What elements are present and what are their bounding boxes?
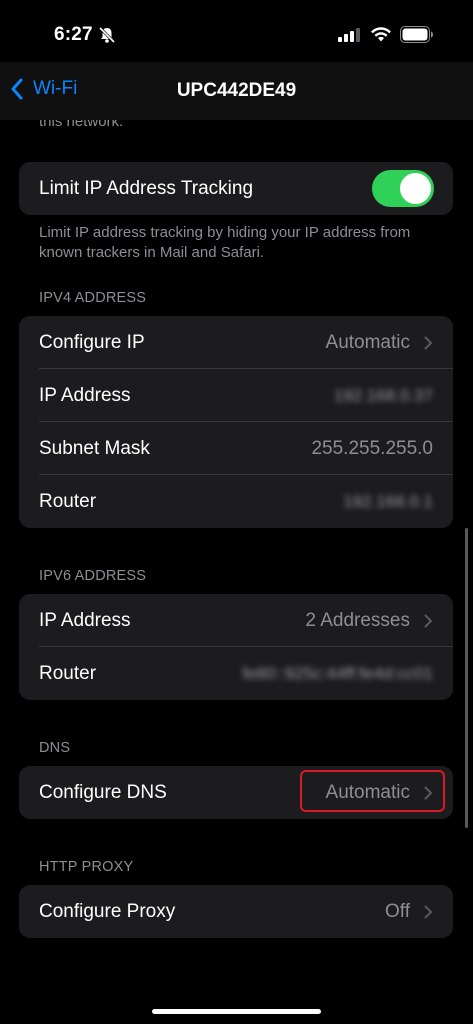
toggle-knob xyxy=(400,173,431,204)
ipv6-address-row[interactable]: IP Address 2 Addresses xyxy=(19,594,453,647)
ipv6-router-label: Router xyxy=(39,662,97,684)
ipv4-router-value: 192.168.0.1 xyxy=(343,491,433,511)
ipv6-router-row[interactable]: Router fe80::925c:44ff:fe4d:cc01 xyxy=(19,647,453,700)
previous-section-footer: this network. xyxy=(39,120,124,130)
limit-tracking-group: Limit IP Address Tracking xyxy=(19,162,453,215)
battery-icon xyxy=(400,26,434,48)
ipv6-section-header: IPV6 ADDRESS xyxy=(39,568,147,584)
subnet-mask-row[interactable]: Subnet Mask 255.255.255.0 xyxy=(19,422,453,475)
page-title: UPC442DE49 xyxy=(176,80,297,101)
wifi-icon xyxy=(370,26,392,48)
ipv4-address-value: 192.168.0.37 xyxy=(333,385,433,405)
ipv4-router-label: Router xyxy=(39,490,97,512)
ipv4-group: Configure IP Automatic IP Address 192.16… xyxy=(19,316,453,528)
chevron-right-icon xyxy=(424,336,432,349)
ipv6-address-value: 2 Addresses xyxy=(305,609,410,631)
status-time: 6:27 xyxy=(54,24,93,45)
configure-ip-row[interactable]: Configure IP Automatic xyxy=(19,316,453,369)
dns-section-header: DNS xyxy=(39,740,71,756)
limit-tracking-row[interactable]: Limit IP Address Tracking xyxy=(19,162,453,215)
subnet-mask-label: Subnet Mask xyxy=(39,437,150,459)
dns-highlight-box xyxy=(300,770,445,812)
home-indicator[interactable] xyxy=(152,1009,321,1014)
configure-ip-value: Automatic xyxy=(325,331,410,353)
cellular-signal-icon xyxy=(338,28,362,47)
ipv4-address-label: IP Address xyxy=(39,384,131,406)
ipv4-section-header: IPV4 ADDRESS xyxy=(39,290,147,306)
proxy-section-header: HTTP PROXY xyxy=(39,859,134,875)
ipv6-router-value: fe80::925c:44ff:fe4d:cc01 xyxy=(242,663,433,683)
configure-ip-label: Configure IP xyxy=(39,331,145,353)
ipv4-address-row[interactable]: IP Address 192.168.0.37 xyxy=(19,369,453,422)
limit-tracking-footer: Limit IP address tracking by hiding your… xyxy=(39,224,411,261)
limit-tracking-toggle[interactable] xyxy=(372,170,434,207)
configure-proxy-row[interactable]: Configure Proxy Off xyxy=(19,885,453,938)
settings-scroll-area[interactable]: this network. Limit IP Address Tracking … xyxy=(0,120,473,1024)
chevron-right-icon xyxy=(424,905,432,918)
configure-proxy-label: Configure Proxy xyxy=(39,900,176,922)
ipv4-router-row[interactable]: Router 192.168.0.1 xyxy=(19,475,453,528)
navigation-bar: Wi-Fi UPC442DE49 xyxy=(0,62,473,120)
ipv6-address-label: IP Address xyxy=(39,609,131,631)
configure-proxy-value: Off xyxy=(385,900,410,922)
configure-dns-label: Configure DNS xyxy=(39,781,167,803)
proxy-group: Configure Proxy Off xyxy=(19,885,453,938)
scroll-indicator[interactable] xyxy=(465,528,468,828)
chevron-right-icon xyxy=(424,614,432,627)
subnet-mask-value: 255.255.255.0 xyxy=(311,437,433,459)
ipv6-group: IP Address 2 Addresses Router fe80::925c… xyxy=(19,594,453,700)
mute-icon xyxy=(98,26,116,49)
status-bar: 6:27 xyxy=(0,0,473,62)
